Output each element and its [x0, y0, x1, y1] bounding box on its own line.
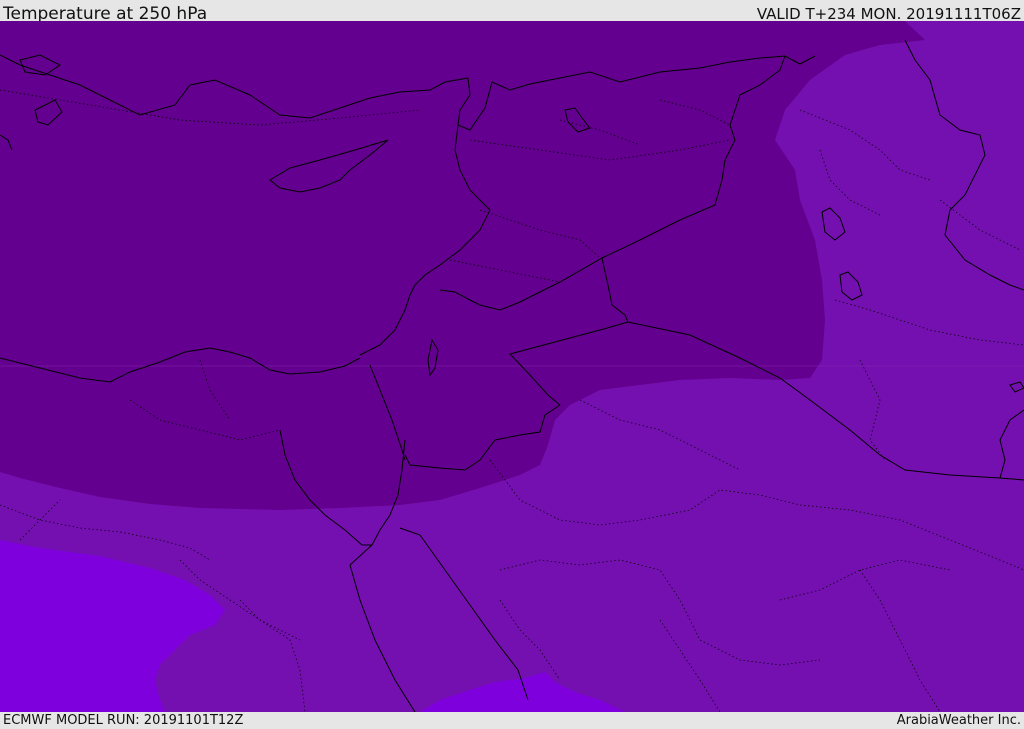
model-run-label: ECMWF MODEL RUN: 20191101T12Z	[3, 713, 244, 728]
temperature-map	[0, 21, 1024, 712]
credit-label: ArabiaWeather Inc.	[896, 713, 1021, 728]
footer-bar: ECMWF MODEL RUN: 20191101T12Z ArabiaWeat…	[0, 712, 1024, 729]
title-bar: Temperature at 250 hPa VALID T+234 MON. …	[0, 0, 1024, 24]
